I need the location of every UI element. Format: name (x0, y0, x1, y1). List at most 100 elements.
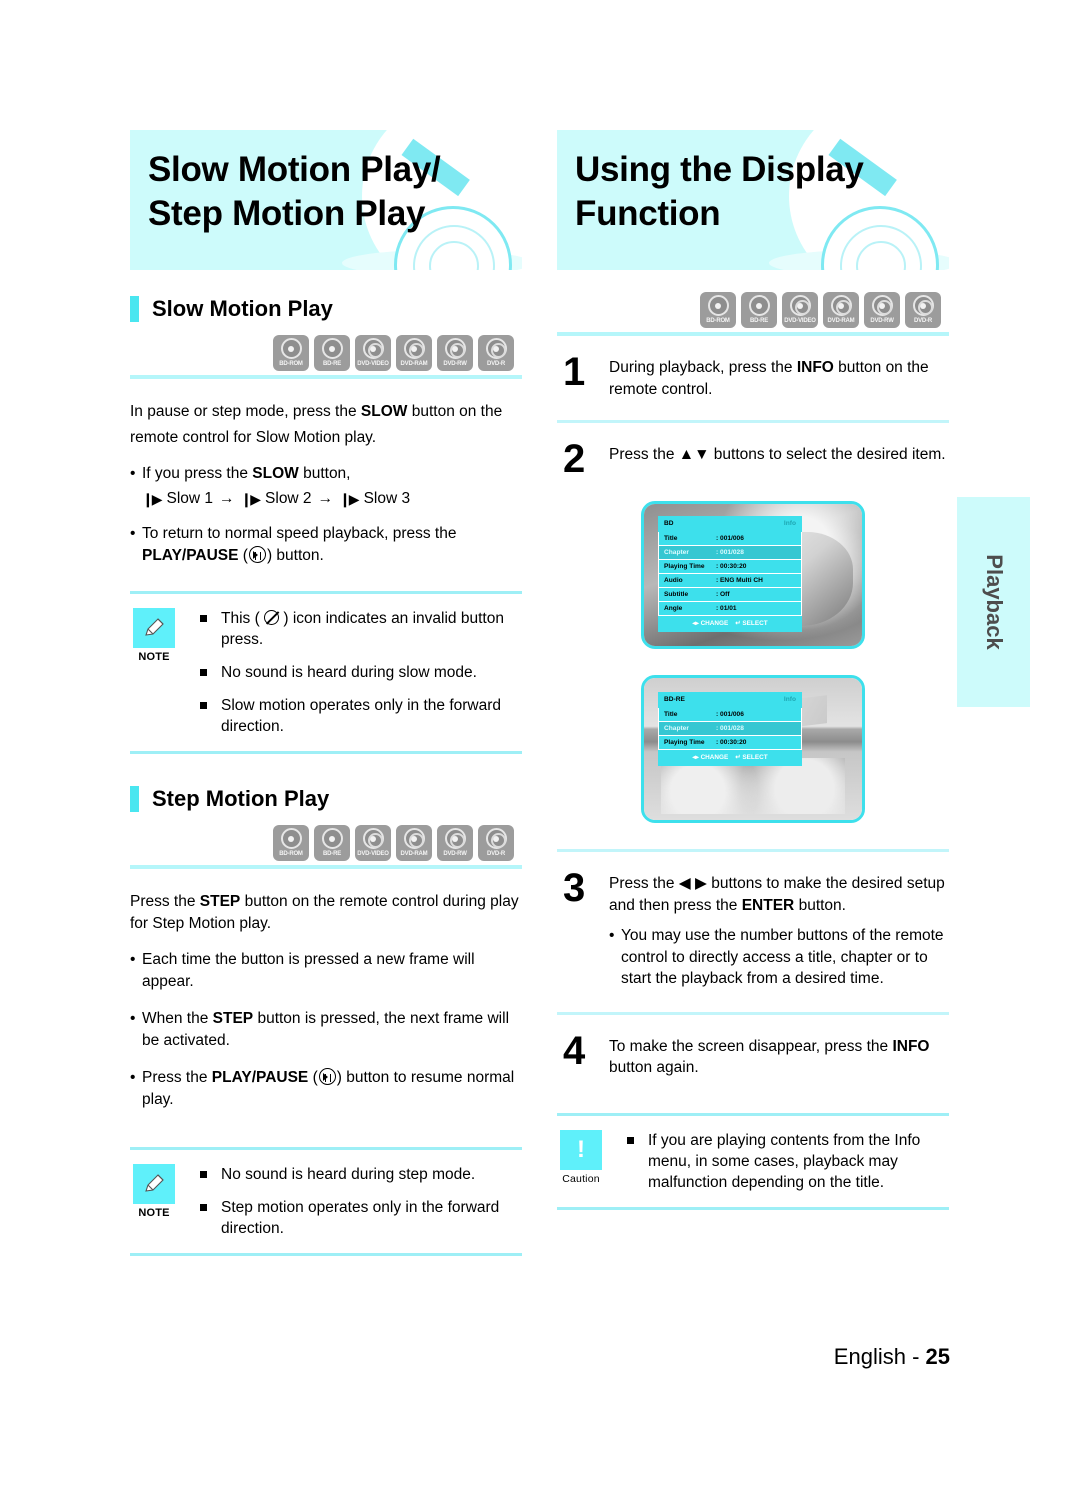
paren-close: ) button. (266, 547, 324, 564)
disc-icon (830, 295, 852, 316)
disc-badge-row-step: BD-ROM BD-RE DVD-VIDEO DVD-RAM DVD-RW DV… (130, 825, 522, 861)
sequence-arrow-icon: → (317, 490, 334, 507)
note-item: Step motion operates only in the forward… (192, 1197, 522, 1239)
intro-line2: remote control for Slow Motion play. (130, 428, 377, 446)
paren-open: ( (308, 1069, 318, 1086)
osd-row-key: Title (664, 710, 678, 718)
left-column: Slow Motion Play/ Step Motion Play Slow … (130, 130, 522, 1256)
note-badge: NOTE (130, 1164, 178, 1239)
osd-row-audio[interactable]: Audio : ENG Multi CH (658, 574, 802, 588)
osd-row-key: Audio (664, 576, 683, 584)
step-3: 3 Press the ◀ ▶ buttons to make the desi… (557, 868, 949, 990)
disc-badge-dvd-r: DVD-R (905, 292, 941, 328)
disc-badge-dvd-video: DVD-VIDEO (355, 335, 391, 371)
osd-header: BD-RE Info (658, 692, 802, 708)
section-heading-slow-motion-play: Slow Motion Play (130, 296, 522, 322)
caution-badge: ! Caution (557, 1129, 605, 1193)
note-text: Step motion operates only in the forward… (221, 1199, 500, 1237)
bullet-post: button, (298, 465, 351, 482)
right-banner-title: Using the Display Function (575, 150, 864, 233)
step-bold: INFO (796, 359, 834, 376)
osd-row-title[interactable]: Title : 001/006 (658, 532, 802, 546)
pencil-icon (133, 608, 175, 648)
osd-row-chapter[interactable]: Chapter : 001/028 (658, 722, 802, 736)
step-bullet-3: • Press the PLAY/PAUSE () button to resu… (130, 1067, 522, 1111)
osd-row-value: : 00:30:20 (716, 562, 747, 570)
play-pause-icon (318, 1068, 336, 1085)
disc-badge-dvd-r: DVD-R (478, 335, 514, 371)
osd-disc-type: BD-RE (664, 696, 685, 703)
osd-change-hint: ◂▸ CHANGE (692, 620, 729, 627)
disc-badge-dvd-ram: DVD-RAM (396, 335, 432, 371)
osd-row-value: : Off (716, 590, 730, 598)
heading-text: Step Motion Play (152, 786, 330, 811)
osd-row-value: : 01/01 (716, 604, 737, 612)
step-motion-intro: Press the STEP button on the remote cont… (130, 891, 522, 934)
note-box-step: NOTE No sound is heard during step mode.… (130, 1147, 522, 1256)
disc-badge-label: DVD-RW (443, 361, 467, 367)
osd-row-value: : ENG Multi CH (716, 576, 763, 584)
disc-icon (485, 828, 507, 849)
intro-pre: In pause or step mode, press the (130, 403, 361, 420)
note-item: No sound is heard during slow mode. (192, 662, 522, 683)
left-banner: Slow Motion Play/ Step Motion Play (130, 130, 522, 270)
bullet-pre: Press the (142, 1069, 212, 1086)
osd-row-chapter[interactable]: Chapter : 001/028 (658, 546, 802, 560)
intro-post: button on the (407, 403, 503, 420)
disc-icon (280, 828, 302, 849)
step-pre: During playback, press the (609, 359, 797, 376)
divider-rule (130, 865, 522, 869)
disc-badge-dvd-ram: DVD-RAM (823, 292, 859, 328)
osd-row-key: Angle (664, 604, 683, 612)
slow-bullet-1: • If you press the SLOW button, (130, 463, 522, 485)
square-bullet-icon (200, 1204, 207, 1211)
heading-text: Slow Motion Play (152, 296, 333, 321)
osd-row-playing-time[interactable]: Playing Time : 00:30:20 (658, 560, 802, 574)
slow-bullet-2: • To return to normal speed playback, pr… (130, 523, 522, 567)
note-box-slow: NOTE This ( ) icon indicates an invalid … (130, 591, 522, 754)
disc-badge-label: DVD-R (487, 361, 505, 367)
disc-icon (748, 295, 770, 316)
side-tab-label: Playback (981, 554, 1007, 650)
bullet-dot: • (130, 1010, 136, 1027)
tv-screenshot-bd: BD Info Title : 001/006 Chapter : 001/02… (641, 501, 865, 649)
note-bottom-rule (130, 751, 522, 754)
divider-rule (130, 375, 522, 379)
disc-badge-bd-rom: BD-ROM (700, 292, 736, 328)
note-item: Slow motion operates only in the forward… (192, 695, 522, 737)
osd-row-angle[interactable]: Angle : 01/01 (658, 602, 802, 616)
osd-row-key: Playing Time (664, 738, 705, 746)
slow-2-label: Slow 2 (265, 490, 312, 507)
right-column: Using the Display Function BD-ROM BD-RE … (557, 130, 949, 1210)
disc-badge-label: BD-ROM (279, 361, 303, 367)
osd-row-playing-time[interactable]: Playing Time : 00:30:20 (658, 736, 802, 750)
slow-3-label: Slow 3 (363, 490, 411, 507)
disc-badge-bd-re: BD-RE (741, 292, 777, 328)
note-text: Slow motion operates only in the forward… (221, 697, 502, 735)
disc-icon (912, 295, 934, 316)
step-1: 1 During playback, press the INFO button… (557, 352, 949, 400)
page-footer: English - 25 (0, 1344, 950, 1370)
note-badge-label: NOTE (138, 651, 170, 663)
bullet-text: Each time the button is pressed a new fr… (142, 951, 475, 990)
right-banner: Using the Display Function (557, 130, 949, 270)
osd-row-value: : 001/028 (716, 548, 744, 556)
play-pause-icon (248, 546, 266, 563)
osd-change-hint: ◂▸ CHANGE (692, 754, 729, 761)
disc-badge-bd-rom: BD-ROM (273, 825, 309, 861)
osd-footer: ◂▸ CHANGE ↵ SELECT (658, 616, 802, 632)
side-tab-playback: Playback (957, 497, 1030, 707)
bdre-info-osd: BD-RE Info Title : 001/006 Chapter : 001… (658, 692, 802, 766)
osd-row-value: : 001/028 (716, 724, 744, 732)
osd-header: BD Info (658, 516, 802, 532)
step-3-substep: • You may use the number buttons of the … (609, 925, 949, 990)
disc-badge-dvd-rw: DVD-RW (864, 292, 900, 328)
osd-row-title[interactable]: Title : 001/006 (658, 708, 802, 722)
disc-badge-label: DVD-RAM (400, 851, 428, 857)
paren-open: ( (238, 547, 248, 564)
disc-badge-label: DVD-RW (443, 851, 467, 857)
osd-row-subtitle[interactable]: Subtitle : Off (658, 588, 802, 602)
divider-rule (557, 332, 949, 336)
bullet-dot: • (130, 1069, 136, 1086)
osd-row-value: : 00:30:20 (716, 738, 747, 746)
